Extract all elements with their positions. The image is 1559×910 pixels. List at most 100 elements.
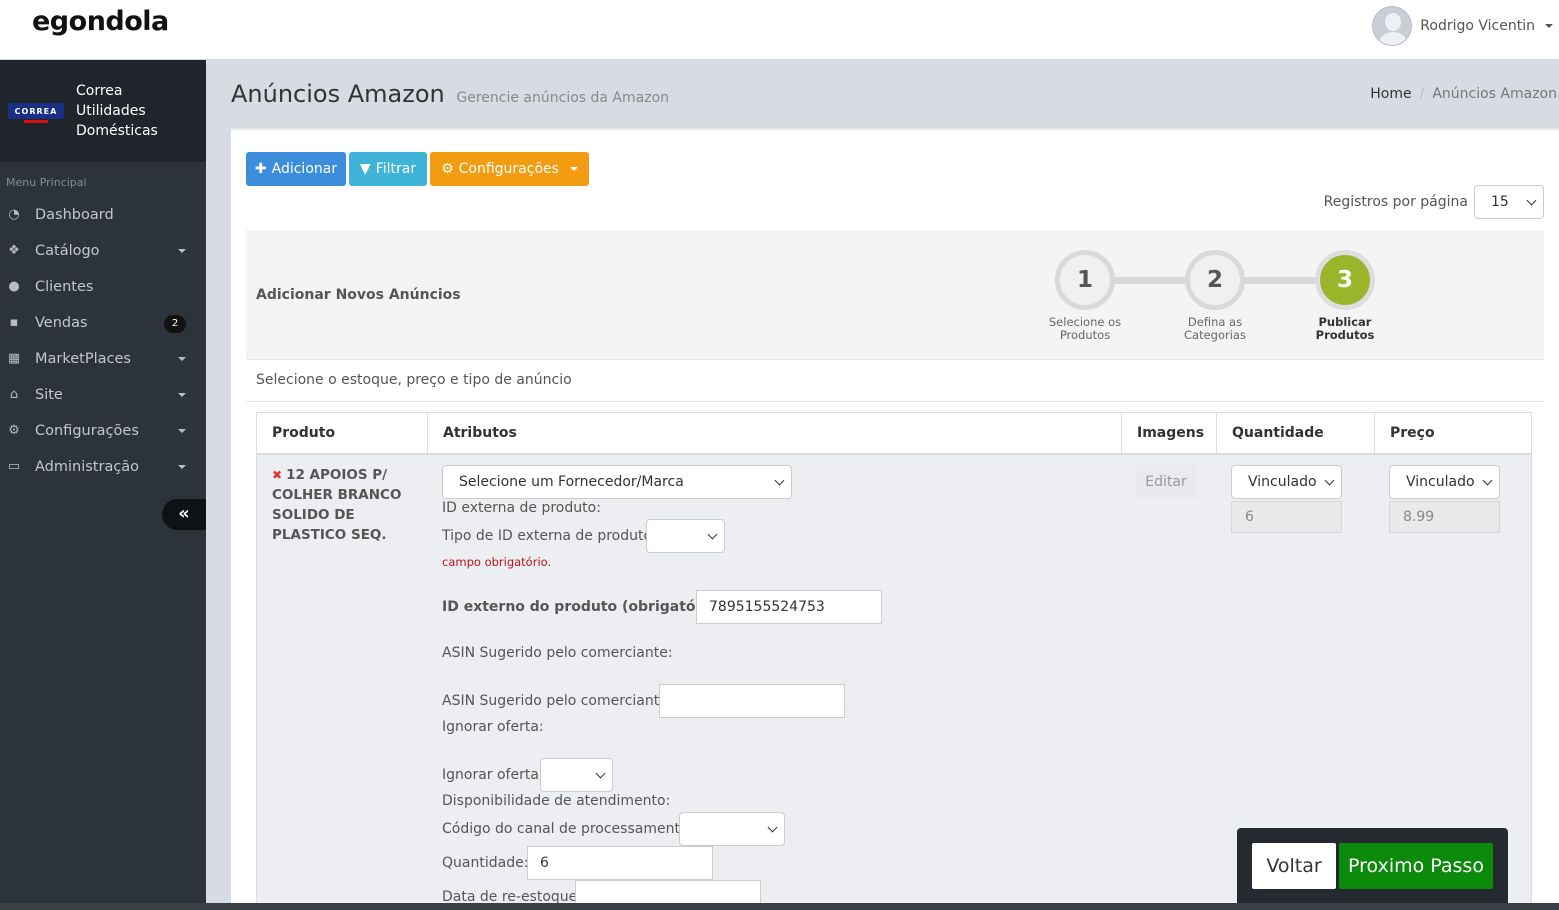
column-header-imagens: Imagens [1122, 413, 1217, 453]
caret-down-icon [569, 167, 578, 171]
sidebar-item-label: Configurações [35, 423, 139, 439]
step-number: 2 [1185, 250, 1245, 310]
records-per-page-select[interactable]: 15 [1474, 185, 1544, 219]
chevron-down-icon [767, 822, 778, 832]
wizard-step-3: 3 Publicar Produtos [1290, 250, 1400, 342]
cart-icon: ▪ [9, 315, 19, 330]
step-label: Defina as Categorias [1184, 315, 1246, 342]
table-header: Produto Atributos Imagens Quantidade Pre… [257, 413, 1531, 455]
chevron-down-icon [707, 529, 718, 539]
sidebar-item-catalogo[interactable]: ❖ Catálogo [0, 233, 206, 269]
sidebar-item-label: MarketPlaces [35, 351, 131, 367]
column-header-quantidade: Quantidade [1217, 413, 1375, 453]
chevron-down-icon [1324, 475, 1335, 485]
sidebar-item-configuracoes[interactable]: ⚙ Configurações [0, 413, 206, 449]
external-id-label: ID externa de produto: [442, 500, 601, 516]
price-readonly-value: 8.99 [1389, 501, 1500, 533]
step-label: Publicar Produtos [1315, 315, 1375, 342]
price-mode-select[interactable]: Vinculado [1389, 465, 1500, 499]
filter-button-label: Filtrar [375, 161, 417, 177]
sidebar-item-label: Clientes [35, 279, 94, 295]
supplier-brand-select[interactable]: Selecione um Fornecedor/Marca [442, 465, 792, 499]
caret-down-icon [178, 357, 186, 361]
step-number: 3 [1315, 250, 1375, 310]
page-subtitle: Gerencie anúncios da Amazon [456, 90, 670, 106]
sidebar-item-vendas[interactable]: ▪ Vendas 2 [0, 305, 206, 341]
caret-down-icon[interactable] [1545, 24, 1553, 28]
chevron-down-icon [595, 768, 606, 778]
external-id-type-label: Tipo de ID externa de produto: [442, 528, 657, 544]
grid-icon: ▦ [7, 351, 21, 366]
sidebar-collapse-button[interactable]: « [162, 499, 206, 530]
ignore-offer-heading: Ignorar oferta: [442, 719, 544, 735]
step-label: Selecione os Produtos [1048, 315, 1122, 342]
availability-label: Disponibilidade de atendimento: [442, 793, 671, 809]
caret-down-icon [178, 249, 186, 253]
ignore-offer-select[interactable] [540, 758, 613, 792]
sidebar-item-label: Administração [35, 459, 140, 475]
user-name[interactable]: Rodrigo Vicentin [1420, 18, 1535, 34]
records-per-page-value: 15 [1491, 194, 1509, 210]
step-number: 1 [1055, 250, 1115, 310]
asin-heading: ASIN Sugerido pelo comerciante: [442, 645, 673, 661]
divider [246, 401, 1544, 402]
sidebar-item-marketplaces[interactable]: ▦ MarketPlaces [0, 341, 206, 377]
wizard-step-2: 2 Defina as Categorias [1160, 250, 1270, 342]
sidebar-item-clientes[interactable]: ● Clientes [0, 269, 206, 305]
app-logo[interactable]: egondola [32, 6, 169, 37]
external-id-type-select[interactable] [646, 519, 725, 553]
quantity-readonly-value: 6 [1231, 501, 1342, 533]
window-bottom-edge [0, 903, 1559, 910]
user-menu[interactable]: Rodrigo Vicentin [1372, 6, 1553, 46]
asin-input[interactable] [659, 684, 845, 718]
gear-icon: ⚙ [441, 161, 454, 177]
settings-dropdown-button[interactable]: ⚙ Configurações [430, 152, 589, 186]
breadcrumb-home-link[interactable]: Home [1370, 86, 1411, 102]
external-id-required-label: ID externo do produto (obrigatório): [442, 599, 729, 615]
avatar[interactable] [1372, 6, 1413, 46]
asin-label: ASIN Sugerido pelo comerciante: [442, 693, 673, 709]
wizard-title: Adicionar Novos Anúncios [256, 287, 461, 303]
main-content: Anúncios Amazon Gerencie anúncios da Ama… [206, 60, 1559, 910]
wizard-panel: Adicionar Novos Anúncios 1 Selecione os P… [246, 230, 1544, 360]
product-cell: ✖ 12 APOIOS P/ COLHER BRANCO SOLIDO DE PL… [272, 465, 407, 545]
supplier-brand-value: Selecione um Fornecedor/Marca [459, 474, 684, 490]
sidebar-item-label: Site [35, 387, 63, 403]
sidebar-item-dashboard[interactable]: ◔ Dashboard [0, 197, 206, 233]
wizard-step-1: 1 Selecione os Produtos [1030, 250, 1140, 342]
remove-icon[interactable]: ✖ [272, 468, 282, 482]
edit-images-button[interactable]: Editar [1135, 465, 1197, 499]
sidebar: CORREA Correa Utilidades Domésticas Menu… [0, 60, 206, 910]
quantity-label: Quantidade: [442, 855, 529, 871]
column-header-produto: Produto [257, 413, 428, 453]
dashboard-icon: ◔ [8, 207, 20, 222]
back-button[interactable]: Voltar [1252, 843, 1336, 889]
caret-down-icon [178, 393, 186, 397]
records-per-page: Registros por página 15 [1324, 185, 1544, 219]
quantity-mode-value: Vinculado [1248, 474, 1317, 490]
page-title: Anúncios Amazon Gerencie anúncios da Ama… [231, 80, 669, 108]
sidebar-item-site[interactable]: ⌂ Site [0, 377, 206, 413]
breadcrumb-current: Anúncios Amazon [1432, 86, 1557, 102]
store-brand: CORREA Correa Utilidades Domésticas [0, 60, 206, 162]
sidebar-item-label: Catálogo [35, 243, 100, 259]
content-box: ✚ Adicionar ▼ Filtrar ⚙ Configurações Re… [231, 128, 1559, 910]
quantity-mode-select[interactable]: Vinculado [1231, 465, 1342, 499]
quantity-input[interactable]: 6 [527, 846, 713, 880]
sidebar-item-administracao[interactable]: ▭ Administração [0, 449, 206, 485]
top-header: egondola Rodrigo Vicentin [0, 0, 1559, 60]
external-id-input[interactable]: 7895155524753 [696, 590, 882, 624]
vendas-count-badge: 2 [164, 315, 186, 333]
cubes-icon: ❖ [8, 243, 20, 258]
chevron-down-icon [1526, 195, 1537, 205]
chevron-down-icon [1482, 475, 1493, 485]
processing-channel-select[interactable] [679, 812, 785, 846]
required-field-error: campo obrigatório. [442, 555, 552, 569]
chevron-down-icon [774, 475, 785, 485]
filter-button[interactable]: ▼ Filtrar [349, 152, 427, 186]
breadcrumb: Home / Anúncios Amazon [1370, 86, 1557, 102]
next-step-button[interactable]: Proximo Passo [1339, 843, 1493, 889]
add-button[interactable]: ✚ Adicionar [246, 152, 346, 186]
menu-header: Menu Principal [6, 176, 87, 189]
processing-channel-label: Código do canal de processamento: [442, 821, 694, 837]
